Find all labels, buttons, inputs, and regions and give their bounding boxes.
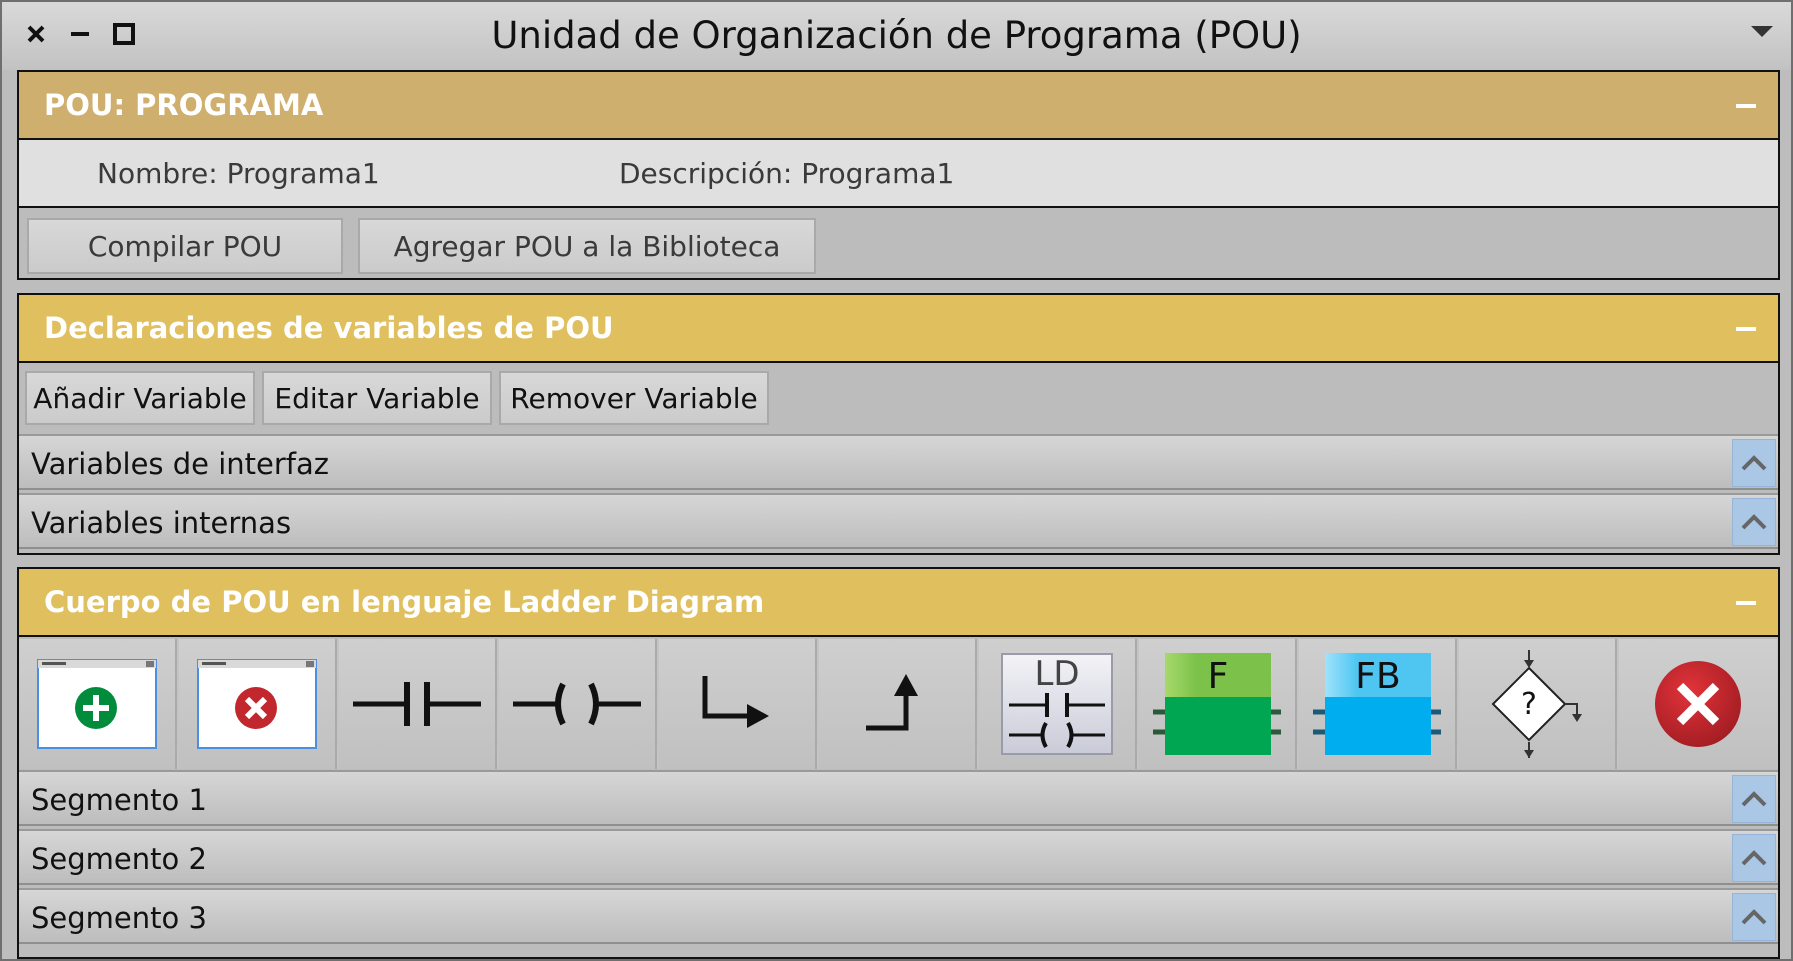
accordion-interface-variables[interactable]: Variables de interfaz <box>19 434 1778 490</box>
pou-panel-header[interactable]: POU: PROGRAMA <box>19 72 1778 140</box>
coil-icon <box>513 682 641 726</box>
menu-dropdown-icon[interactable] <box>1751 26 1773 37</box>
fb-label: FB <box>1355 656 1400 697</box>
pou-info-row: Nombre: Programa1 Descripción: Programa1 <box>19 140 1778 208</box>
add-pou-to-library-button[interactable]: Agregar POU a la Biblioteca <box>358 218 816 274</box>
branch-icon <box>702 676 769 728</box>
title-bar: Unidad de Organización de Programa (POU) <box>2 2 1791 70</box>
pou-panel: POU: PROGRAMA Nombre: Programa1 Descripc… <box>17 70 1780 280</box>
condition-icon: ? <box>1491 650 1582 758</box>
delete-button[interactable] <box>1619 639 1777 769</box>
variables-panel: Declaraciones de variables de POU Añadir… <box>17 293 1780 555</box>
add-variable-button[interactable]: Añadir Variable <box>25 371 255 425</box>
condition-label: ? <box>1521 687 1537 722</box>
branch-button[interactable] <box>659 639 817 769</box>
function-block-icon: F <box>1153 653 1281 755</box>
ladder-body-panel-title: Cuerpo de POU en lenguaje Ladder Diagram <box>44 585 765 619</box>
chevron-up-icon[interactable] <box>1732 834 1776 882</box>
coil-button[interactable] <box>499 639 657 769</box>
segment-row-2[interactable]: Segmento 2 <box>19 829 1778 885</box>
ld-label: LD <box>1034 654 1079 694</box>
variables-panel-title: Declaraciones de variables de POU <box>44 311 614 345</box>
branch-up-button[interactable] <box>819 639 977 769</box>
variables-panel-header[interactable]: Declaraciones de variables de POU <box>19 295 1778 363</box>
remove-segment-button[interactable] <box>179 639 337 769</box>
condition-button[interactable]: ? <box>1459 639 1617 769</box>
pou-description-label: Descripción: Programa1 <box>619 157 955 190</box>
segment-row-1[interactable]: Segmento 1 <box>19 770 1778 826</box>
remove-variable-button[interactable]: Remover Variable <box>499 371 769 425</box>
remove-segment-icon <box>197 659 317 749</box>
collapse-icon[interactable] <box>1736 601 1756 605</box>
ladder-body-panel: Cuerpo de POU en lenguaje Ladder Diagram <box>17 567 1780 959</box>
ladder-block-icon: LD <box>1001 653 1113 755</box>
pou-panel-title: POU: PROGRAMA <box>44 88 324 122</box>
function-block-instance-icon: FB <box>1313 653 1441 755</box>
chevron-up-icon[interactable] <box>1732 775 1776 823</box>
window-title: Unidad de Organización de Programa (POU) <box>491 14 1302 57</box>
contact-icon <box>353 682 481 726</box>
edit-variable-button[interactable]: Editar Variable <box>262 371 492 425</box>
segment-label: Segmento 2 <box>31 842 207 876</box>
function-block-instance-button[interactable]: FB <box>1299 639 1457 769</box>
accordion-label: Variables internas <box>31 506 292 540</box>
add-segment-icon <box>37 659 157 749</box>
accordion-label: Variables de interfaz <box>31 447 329 481</box>
branch-up-icon <box>866 674 918 731</box>
collapse-icon[interactable] <box>1736 327 1756 331</box>
f-label: F <box>1208 656 1229 697</box>
accordion-internal-variables[interactable]: Variables internas <box>19 493 1778 549</box>
segment-label: Segmento 1 <box>31 783 207 817</box>
chevron-up-icon[interactable] <box>1732 498 1776 546</box>
pou-window: Unidad de Organización de Programa (POU)… <box>0 0 1793 961</box>
contact-button[interactable] <box>339 639 497 769</box>
delete-icon <box>1655 661 1741 747</box>
ladder-block-button[interactable]: LD <box>979 639 1137 769</box>
segment-label: Segmento 3 <box>31 901 207 935</box>
function-block-button[interactable]: F <box>1139 639 1297 769</box>
collapse-icon[interactable] <box>1736 104 1756 108</box>
chevron-up-icon[interactable] <box>1732 893 1776 941</box>
ladder-body-panel-header[interactable]: Cuerpo de POU en lenguaje Ladder Diagram <box>19 569 1778 637</box>
pou-name-label: Nombre: Programa1 <box>97 157 380 190</box>
chevron-up-icon[interactable] <box>1732 439 1776 487</box>
add-segment-button[interactable] <box>19 639 177 769</box>
compile-pou-button[interactable]: Compilar POU <box>27 218 343 274</box>
ladder-toolbar: LD F FB ? <box>19 639 1778 769</box>
segment-row-3[interactable]: Segmento 3 <box>19 888 1778 944</box>
